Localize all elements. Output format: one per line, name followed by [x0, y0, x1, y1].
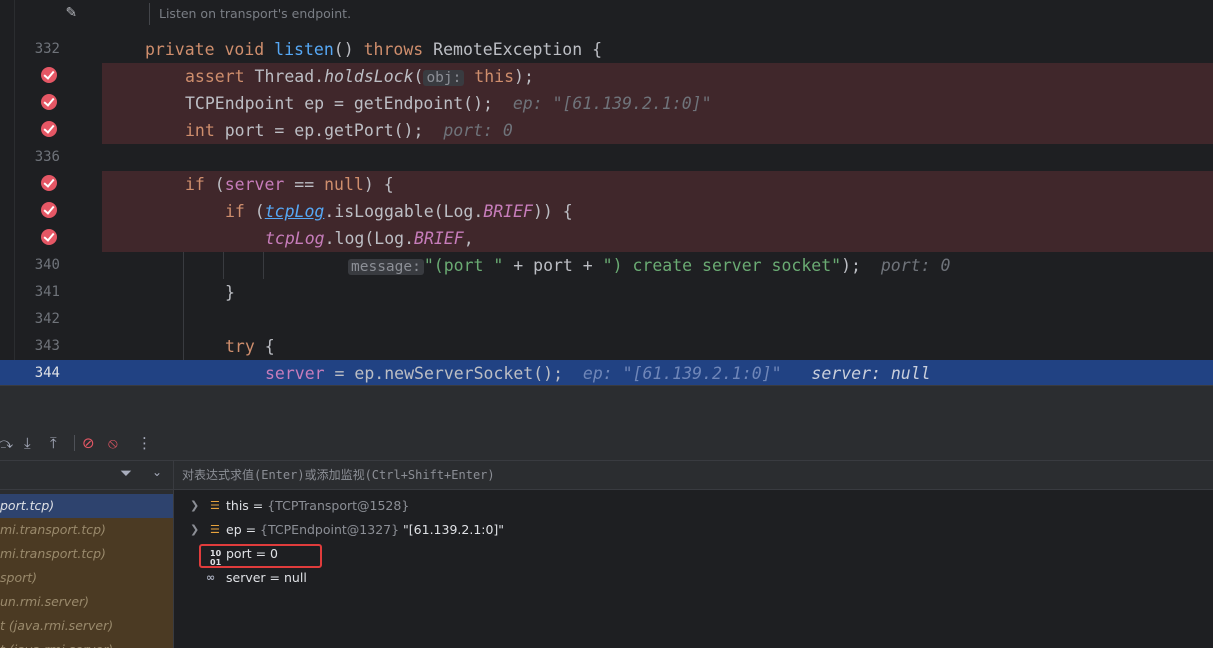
view-breakpoints-icon[interactable]: ⊘ — [82, 434, 95, 452]
indent-guide — [183, 252, 184, 360]
code-line-339: tcpLog.log(Log.BRIEF, — [265, 229, 474, 248]
variable-type: {TCPEndpoint@1327} — [260, 522, 400, 537]
variable-row-ep[interactable]: ❯ ☰ ep = {TCPEndpoint@1327} "[61.139.2.1… — [174, 518, 674, 542]
evaluate-expression-input[interactable]: 对表达式求值(Enter)或添加监视(Ctrl+Shift+Enter) — [174, 461, 1213, 490]
line-number: 332 — [34, 41, 60, 57]
variable-name: ep — [226, 522, 242, 537]
frames-header: ⏷ ⌄ — [0, 461, 173, 490]
param-hint: obj: — [423, 70, 465, 86]
code-line-343: try { — [225, 337, 275, 356]
line-number: 340 — [34, 257, 60, 273]
step-out-icon[interactable]: ⤒ — [50, 434, 57, 452]
watch-glasses-icon: ∞ — [206, 571, 216, 584]
code-line-333: assert Thread.holdsLock(obj: this); — [185, 67, 534, 86]
breakpoint-icon[interactable] — [41, 121, 57, 137]
code-line-337: if (server == null) { — [185, 175, 394, 194]
chevron-down-icon[interactable]: ⌄ — [152, 465, 162, 479]
variable-eq: = — [248, 498, 268, 513]
code-line-334: TCPEndpoint ep = getEndpoint(); ep: "[61… — [185, 94, 712, 113]
frame-item[interactable]: mi.transport.tcp) — [0, 542, 173, 566]
frame-item[interactable]: sport) — [0, 566, 173, 590]
step-over-icon[interactable]: ⤼ — [0, 434, 13, 452]
variables-panel: 对表达式求值(Enter)或添加监视(Ctrl+Shift+Enter) ❯ ☰… — [174, 461, 1213, 648]
indent-guide — [263, 252, 264, 279]
inline-debug-value: ep: "[61.139.2.1:0]" — [582, 364, 782, 383]
code-line-332: private void listen() throws RemoteExcep… — [145, 40, 603, 59]
frames-panel: ⏷ ⌄ port.tcp) mi.transport.tcp) mi.trans… — [0, 461, 174, 648]
code-editor[interactable]: ✎ 332 336 340 341 342 343 344 Listen on … — [0, 0, 1213, 385]
variable-eq: = — [265, 570, 284, 585]
variable-value: "[61.139.2.1:0]" — [399, 522, 505, 537]
param-hint: message: — [348, 259, 424, 275]
frame-item[interactable]: mi.transport.tcp) — [0, 518, 173, 542]
expand-arrow-icon[interactable]: ❯ — [190, 494, 199, 518]
inline-debug-value: port: 0 — [880, 256, 951, 275]
code-line-335: int port = ep.getPort(); port: 0 — [185, 121, 513, 140]
frame-item[interactable]: t (java.rmi.server) — [0, 638, 173, 648]
breakpoint-icon[interactable] — [41, 175, 57, 191]
object-field-icon: ☰ — [210, 499, 220, 512]
line-number: 344 — [34, 365, 60, 381]
breakpoint-icon[interactable] — [41, 229, 57, 245]
code-line-340: message: "(port " + port + ") create serv… — [348, 252, 950, 281]
code-line-338: if (tcpLog.isLoggable(Log.BRIEF)) { — [225, 202, 573, 221]
debug-toolbar: ⤼ ⤓ ⤒ ⊘ ⦸ ⋮ — [0, 427, 1213, 461]
line-number: 343 — [34, 338, 60, 354]
variable-eq: = — [241, 522, 261, 537]
variable-name: this — [226, 498, 249, 513]
object-field-icon: ☰ — [210, 523, 220, 536]
variable-value: null — [284, 570, 307, 585]
breakpoint-icon[interactable] — [41, 94, 57, 110]
filter-icon[interactable]: ⏷ — [120, 464, 132, 482]
mute-breakpoints-icon[interactable]: ⦸ — [108, 434, 118, 452]
line-number: 341 — [34, 284, 60, 300]
inline-debug-value: ep: "[61.139.2.1:0]" — [512, 94, 712, 113]
gutter-line — [14, 0, 15, 385]
edit-pencil-icon[interactable]: ✎ — [66, 2, 76, 22]
step-into-icon[interactable]: ⤓ — [24, 434, 31, 452]
toolbar-separator — [74, 435, 75, 451]
line-number: 336 — [34, 149, 60, 165]
variable-row-server[interactable]: ∞ server = null — [174, 566, 474, 590]
indent-guide — [223, 252, 224, 279]
doc-comment: Listen on transport's endpoint. — [149, 3, 351, 25]
breakpoint-icon[interactable] — [41, 202, 57, 218]
inline-debug-value: server: null — [811, 364, 931, 383]
expand-arrow-icon[interactable]: ❯ — [190, 518, 199, 542]
more-options-icon[interactable]: ⋮ — [137, 434, 152, 452]
line-number: 342 — [34, 311, 60, 327]
code-content[interactable]: Listen on transport's endpoint. private … — [102, 0, 1213, 385]
code-line-344: server = ep.newServerSocket(); ep: "[61.… — [265, 364, 931, 383]
inline-debug-value: port: 0 — [443, 121, 513, 140]
variable-type: {TCPTransport@1528} — [267, 498, 410, 513]
code-line-341: } — [225, 283, 235, 302]
breakpoint-icon[interactable] — [41, 67, 57, 83]
variable-name: server — [226, 570, 266, 585]
highlight-annotation-box — [199, 544, 322, 568]
variable-row-this[interactable]: ❯ ☰ this = {TCPTransport@1528} — [174, 494, 574, 518]
debug-tabs-bar — [0, 385, 1213, 428]
frame-item[interactable]: port.tcp) — [0, 494, 173, 518]
frame-item[interactable]: un.rmi.server) — [0, 590, 173, 614]
frame-item[interactable]: t (java.rmi.server) — [0, 614, 173, 638]
